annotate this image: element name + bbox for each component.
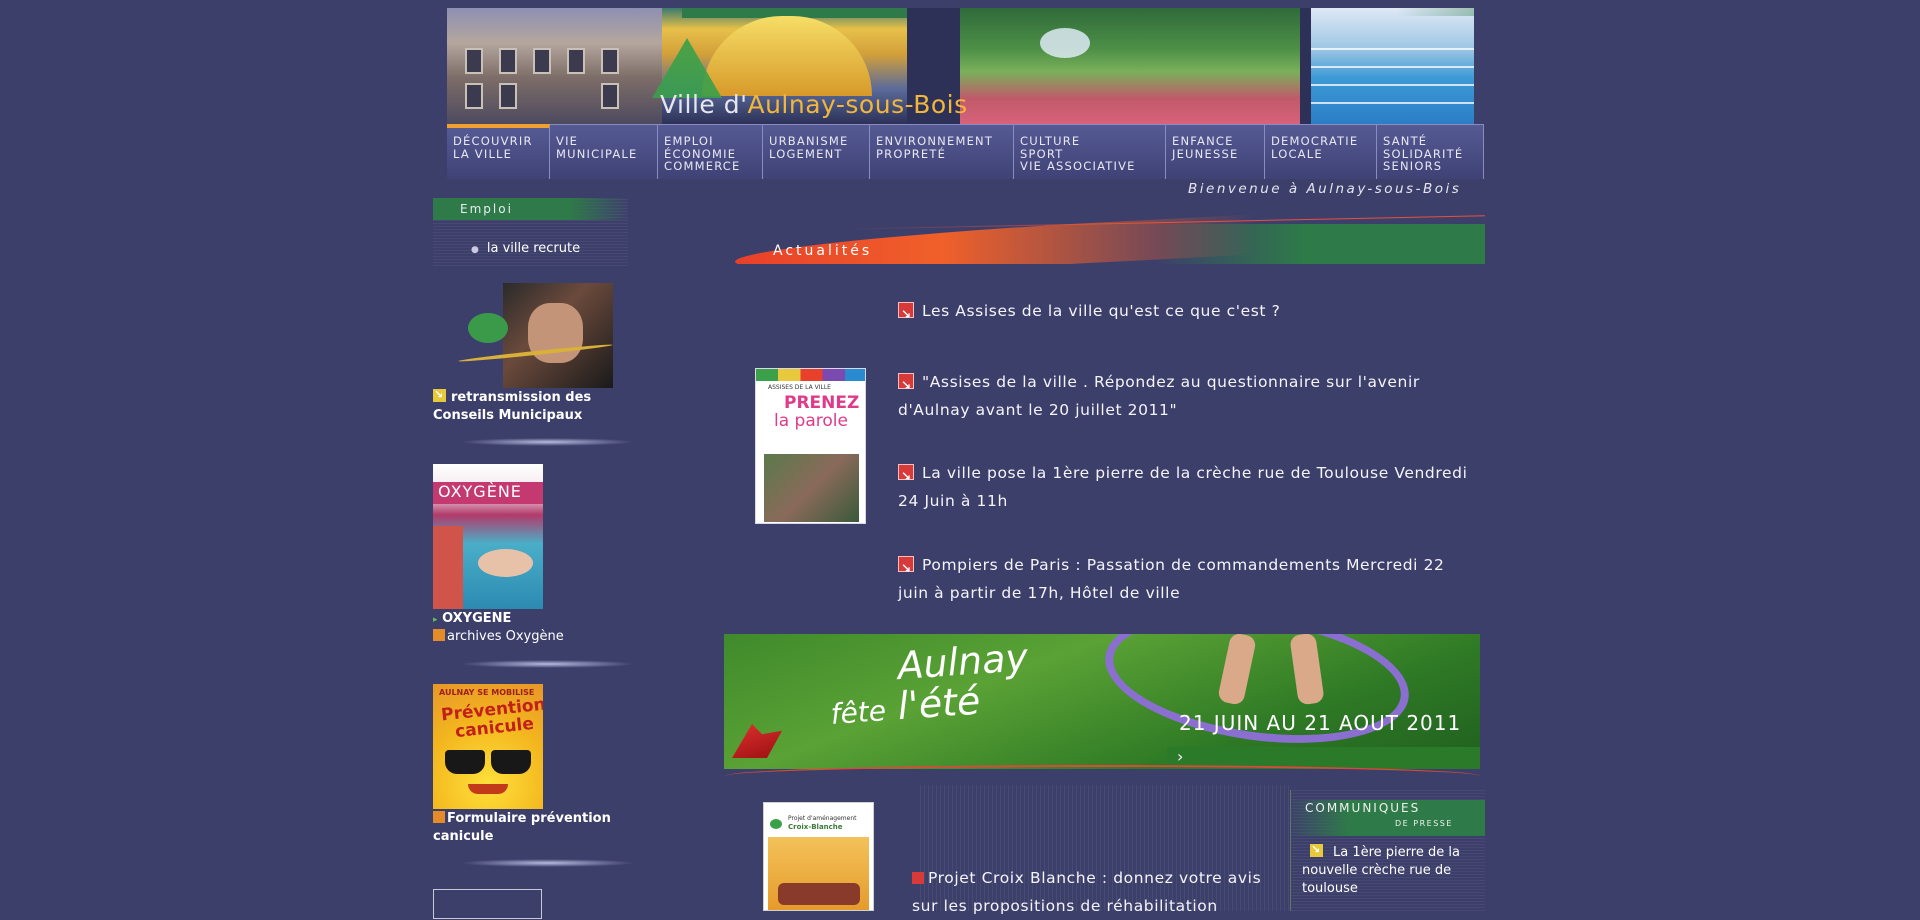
oxygene-label: OXYGENE — [442, 611, 512, 626]
oxygene-link[interactable]: ▸ OXYGENE — [433, 610, 511, 629]
nav-urbanisme-logement[interactable]: Urbanisme Logement — [763, 124, 870, 179]
council-video-thumbnail[interactable] — [458, 283, 613, 388]
conseils-municipaux-label: retransmission des Conseils Municipaux — [433, 390, 592, 423]
site-title-city: Aulnay-sous-Bois — [747, 90, 968, 119]
bullet-icon: ● — [471, 245, 479, 255]
separator — [460, 660, 635, 668]
main-navigation: Découvrir la ville Vie municipale Emploi… — [447, 124, 1484, 179]
nav-enfance-jeunesse[interactable]: Enfance Jeunesse — [1166, 124, 1265, 179]
banner-dates: 21 JUIN AU 21 AOUT 2011 — [1179, 711, 1462, 735]
arrow-icon — [898, 462, 914, 490]
croix-poster-title2: Croix-Blanche — [788, 823, 843, 831]
nav-decouvrir-la-ville[interactable]: Découvrir la ville — [447, 124, 550, 179]
news-item-pompiers[interactable]: Pompiers de Paris : Passation de command… — [898, 551, 1478, 607]
canicule-poster-top: AULNAY SE MOBILISE — [439, 688, 535, 697]
communiques-header: Communiques de presse — [1290, 800, 1485, 836]
city-logo-icon — [652, 38, 722, 98]
croix-poster-title1: Projet d'aménagement — [788, 815, 857, 822]
news-item-croix-blanche[interactable]: Projet Croix Blanche : donnez votre avis… — [912, 864, 1290, 920]
news-item-assises-text: Les Assises de la ville qu'est ce que c'… — [922, 302, 1281, 320]
town-hall-photo — [447, 8, 662, 124]
nav-environnement-proprete[interactable]: Environnement Propreté — [870, 124, 1014, 179]
news-item-creche-text: La ville pose la 1ère pierre de la crèch… — [898, 464, 1468, 510]
news-item-questionnaire-text: "Assises de la ville . Répondez au quest… — [898, 373, 1420, 419]
communiques-title: Communiques — [1305, 801, 1421, 815]
prenez-poster-line1: PRENEZ — [784, 393, 860, 413]
aulnay-fete-ete-banner[interactable]: Aulnay fête l'été 21 JUIN AU 21 AOUT 201… — [724, 634, 1480, 769]
nav-culture-sport[interactable]: Culture Sport Vie associative — [1014, 124, 1166, 179]
actualites-header: Actualités — [735, 214, 1485, 264]
arrow-icon — [912, 872, 924, 884]
oxygene-archives-label: archives Oxygène — [447, 629, 564, 644]
communique-item[interactable]: La 1ère pierre de la nouvelle crèche rue… — [1302, 841, 1482, 898]
separator — [460, 859, 635, 867]
banner-title: Aulnay fête l'été — [826, 635, 1032, 735]
news-item-croix-blanche-text: Projet Croix Blanche : donnez votre avis… — [912, 869, 1262, 915]
broken-image-placeholder[interactable] — [433, 889, 542, 919]
site-title[interactable]: Ville d'Aulnay-sous-Bois — [660, 90, 968, 119]
arrow-icon — [433, 386, 446, 404]
park-fountain-photo — [960, 8, 1300, 124]
city-logo-icon — [732, 724, 782, 758]
canicule-poster[interactable]: AULNAY SE MOBILISE Prévention canicule — [433, 684, 543, 809]
oxygene-cover-title: OXYGÈNE — [438, 482, 522, 501]
welcome-marquee: Bienvenue à Aulnay-sous-Bois — [1188, 181, 1462, 197]
oxygene-archives-link[interactable]: archives Oxygène — [433, 629, 564, 644]
nav-democratie-locale[interactable]: Democratie locale — [1265, 124, 1377, 179]
site-title-prefix: Ville d' — [660, 90, 748, 119]
arrow-icon — [898, 554, 914, 582]
actualites-title: Actualités — [773, 243, 873, 259]
site-header-banner: Ville d'Aulnay-sous-Bois — [447, 8, 1474, 124]
chevron-right-icon: › — [1177, 747, 1184, 766]
emploi-box-header: Emploi — [433, 198, 628, 220]
emploi-box-title: Emploi — [460, 202, 513, 216]
canicule-form-label: Formulaire prévention canicule — [433, 811, 611, 844]
croix-blanche-poster[interactable]: Projet d'aménagement Croix-Blanche — [763, 802, 874, 911]
canicule-form-link[interactable]: Formulaire prévention canicule — [433, 810, 613, 846]
prenez-poster-top: ASSISES DE LA VILLE — [768, 384, 831, 391]
banner-line2a: fête — [829, 694, 888, 731]
swimming-pool-photo — [1311, 8, 1474, 124]
news-item-questionnaire[interactable]: "Assises de la ville . Répondez au quest… — [898, 368, 1478, 424]
bullet-icon: ▸ — [433, 615, 438, 625]
prenez-poster-line2: la parole — [774, 411, 848, 431]
nav-sante-solidarite-seniors[interactable]: Santé Solidarité Seniors — [1377, 124, 1484, 179]
arrow-icon — [433, 811, 445, 823]
arrow-icon — [1310, 841, 1323, 859]
communiques-box: Communiques de presse La 1ère pierre de … — [1290, 790, 1485, 911]
news-item-assises[interactable]: Les Assises de la ville qu'est ce que c'… — [898, 297, 1478, 328]
conseils-municipaux-link[interactable]: retransmission des Conseils Municipaux — [433, 386, 613, 425]
banner-underline-arc — [725, 765, 1480, 787]
oxygene-magazine-cover[interactable]: OXYGÈNE — [433, 464, 543, 609]
arrow-icon — [433, 629, 445, 641]
prenez-la-parole-poster[interactable]: ASSISES DE LA VILLE PRENEZ la parole — [755, 368, 866, 524]
communiques-subtitle: de presse — [1395, 819, 1453, 828]
nav-vie-municipale[interactable]: Vie municipale — [550, 124, 658, 179]
arrow-icon — [898, 300, 914, 328]
news-item-creche[interactable]: La ville pose la 1ère pierre de la crèch… — [898, 459, 1478, 515]
separator — [460, 438, 635, 446]
emploi-recrute-link[interactable]: ● la ville recrute — [471, 237, 580, 256]
banner-line2b: l'été — [896, 678, 982, 729]
communique-item-text: La 1ère pierre de la nouvelle crèche rue… — [1302, 845, 1460, 896]
arrow-icon — [898, 371, 914, 399]
nav-emploi-economie-commerce[interactable]: Emploi Économie Commerce — [658, 124, 763, 179]
emploi-recrute-label: la ville recrute — [486, 241, 581, 256]
news-item-pompiers-text: Pompiers de Paris : Passation de command… — [898, 556, 1445, 602]
